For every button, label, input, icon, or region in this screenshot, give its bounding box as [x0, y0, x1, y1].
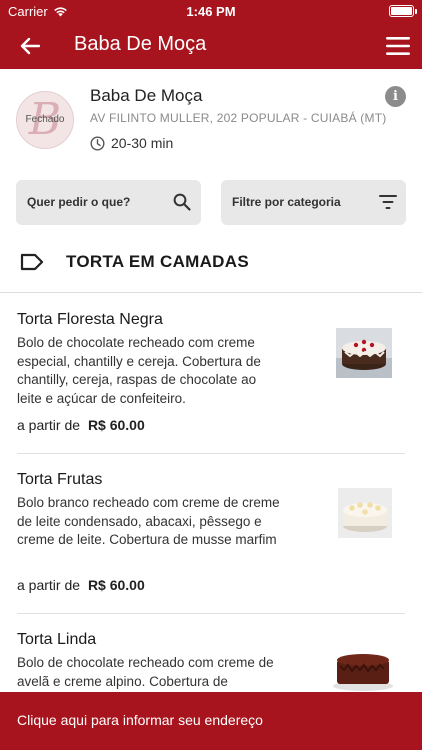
address-banner-label: Clique aqui para informar seu endereço	[17, 712, 263, 728]
search-input[interactable]: Quer pedir o que?	[16, 180, 201, 225]
product-price: R$ 60.00	[87, 577, 145, 593]
price-prefix: a partir de	[17, 417, 81, 433]
battery-icon	[389, 5, 417, 17]
filter-label: Filtre por categoria	[232, 195, 341, 209]
filter-icon	[379, 195, 397, 209]
search-placeholder: Quer pedir o que?	[27, 195, 131, 209]
delivery-time-label: 20-30 min	[111, 135, 174, 151]
category-title: TORTA EM CAMADAS	[66, 252, 249, 271]
product-image	[336, 328, 392, 378]
tag-icon	[20, 253, 44, 271]
product-price-row: a partir de R$ 60.00	[17, 577, 145, 593]
product-image	[338, 488, 392, 538]
menu-button[interactable]	[384, 34, 412, 58]
store-header: B Fechado Baba De Moça AV FILINTO MULLER…	[0, 69, 422, 169]
store-logo: B Fechado	[16, 91, 74, 149]
status-time: 1:46 PM	[186, 4, 236, 19]
product-price: R$ 60.00	[87, 417, 145, 433]
page-title: Baba De Moça	[74, 33, 207, 55]
product-item[interactable]: Torta Frutas Bolo branco recheado com cr…	[0, 454, 422, 614]
status-bar: Carrier 1:46 PM	[0, 0, 422, 22]
hamburger-menu-icon	[386, 37, 410, 55]
nav-bar: Baba De Moça	[0, 22, 422, 69]
product-image	[330, 646, 396, 692]
store-name: Baba De Moça	[90, 86, 203, 105]
back-button[interactable]	[16, 33, 44, 59]
divider	[0, 292, 422, 293]
product-name: Torta Linda	[17, 631, 97, 648]
product-price-row: a partir de R$ 60.00	[17, 417, 145, 433]
product-description: Bolo de chocolate recheado com creme esp…	[17, 335, 261, 406]
category-filter[interactable]: Filtre por categoria	[221, 180, 406, 225]
price-prefix: a partir de	[17, 577, 81, 593]
closed-badge: Fechado	[25, 114, 65, 125]
info-icon[interactable]: i	[385, 86, 406, 107]
product-item[interactable]: Torta Floresta Negra Bolo de chocolate r…	[0, 294, 422, 454]
product-description: Bolo branco recheado com creme de creme …	[17, 495, 280, 547]
delivery-time: 20-30 min	[90, 135, 173, 151]
address-banner[interactable]: Clique aqui para informar seu endereço	[0, 692, 422, 750]
product-name: Torta Frutas	[17, 471, 103, 488]
arrow-left-icon	[20, 37, 40, 55]
store-address: AV FILINTO MULLER, 202 POPULAR - CUIABÁ …	[90, 111, 387, 125]
search-icon	[173, 193, 191, 211]
clock-icon	[90, 135, 105, 151]
search-row: Quer pedir o que? Filtre por categoria	[16, 180, 406, 225]
category-header: TORTA EM CAMADAS	[0, 243, 422, 283]
product-name: Torta Floresta Negra	[17, 311, 163, 328]
